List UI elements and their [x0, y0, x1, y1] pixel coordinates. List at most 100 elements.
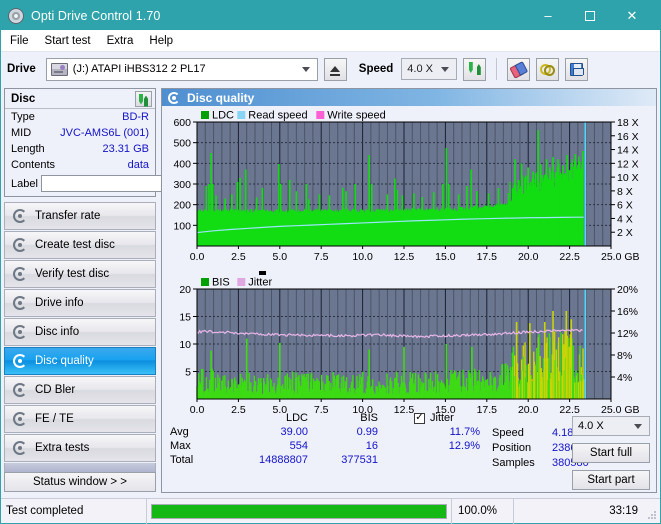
menu-bar: File Start test Extra Help — [1, 30, 660, 51]
window-title: Opti Drive Control 1.70 — [31, 9, 160, 23]
chevron-down-icon — [302, 67, 310, 72]
resize-grip[interactable] — [647, 510, 657, 520]
stats-total-ldc: 14888807 — [230, 454, 308, 466]
svg-text:7.5: 7.5 — [314, 251, 329, 263]
stats-row-label: Max — [170, 440, 230, 452]
svg-text:100: 100 — [173, 220, 191, 232]
sidebar-item-label: Transfer rate — [35, 210, 100, 222]
menu-item-help[interactable]: Help — [149, 35, 173, 47]
test-speed-select[interactable]: 4.0 X — [572, 416, 650, 436]
speed-label: Speed — [359, 63, 394, 75]
stats-panel: LDC BIS Avg 39.00 0.99 Max 554 16 Tota — [162, 410, 656, 492]
erase-button[interactable] — [507, 58, 530, 81]
disc-panel-title: Disc — [11, 93, 35, 105]
disc-quality-icon — [168, 92, 180, 104]
disc-row-value: JVC-AMS6L (001) — [60, 127, 149, 139]
stats-col-ldc: LDC — [230, 412, 308, 424]
svg-text:14 X: 14 X — [617, 145, 639, 157]
progress-percent: 100.0% — [451, 499, 513, 524]
sidebar-item-label: Disc quality — [35, 355, 94, 367]
disc-refresh-button[interactable] — [135, 91, 152, 107]
maximize-button[interactable] — [570, 1, 610, 30]
disc-row-value: data — [128, 159, 149, 171]
refresh-icon — [468, 62, 482, 76]
refresh-button[interactable] — [463, 58, 486, 81]
sidebar-item-fe-te[interactable]: FE / TE — [4, 405, 156, 433]
sidebar-item-label: Verify test disc — [35, 268, 109, 280]
disc-test-icon — [13, 296, 27, 310]
save-button[interactable] — [565, 58, 588, 81]
sidebar-item-disc-info[interactable]: Disc info — [4, 318, 156, 346]
sidebar-item-transfer-rate[interactable]: Transfer rate — [4, 202, 156, 230]
svg-text:8%: 8% — [617, 350, 632, 362]
sidebar-item-label: Disc info — [35, 326, 79, 338]
start-part-button[interactable]: Start part — [572, 470, 650, 490]
sidebar-item-verify-test-disc[interactable]: Verify test disc — [4, 260, 156, 288]
status-window-button[interactable]: Status window > > — [4, 472, 156, 492]
close-icon: ✕ — [627, 9, 638, 22]
svg-text:12 X: 12 X — [617, 158, 639, 170]
status-text: Test completed — [1, 505, 146, 517]
content-panel: Disc quality 1002003004005006002 X4 X6 X… — [161, 88, 657, 493]
jitter-label: Jitter — [430, 412, 454, 424]
drive-select[interactable]: (J:) ATAPI iHBS312 2 PL17 — [46, 58, 318, 81]
progress-cell — [146, 499, 451, 524]
sidebar-item-label: Drive info — [35, 297, 84, 309]
svg-text:15.0: 15.0 — [435, 251, 456, 263]
main-body: Disc Type BD-R MID JVC-AMS6L (001) Lengt… — [1, 86, 660, 495]
sidebar-item-label: Create test disc — [35, 239, 115, 251]
tools-icon — [540, 63, 555, 76]
sidebar-item-cd-bler[interactable]: CD Bler — [4, 376, 156, 404]
stats-row-max: Max 554 16 — [170, 440, 420, 452]
menu-item-start-test[interactable]: Start test — [45, 35, 91, 47]
disc-row-key: Type — [11, 111, 35, 123]
ldc-chart: 1002003004005006002 X4 X6 X8 X10 X12 X14… — [162, 106, 656, 271]
jitter-checkbox[interactable]: ✓ — [414, 413, 425, 424]
svg-text:20: 20 — [179, 284, 191, 296]
samples-key: Samples — [492, 457, 552, 469]
sidebar-item-drive-info[interactable]: Drive info — [4, 289, 156, 317]
svg-text:LDC: LDC — [212, 110, 234, 122]
svg-text:Read speed: Read speed — [248, 110, 307, 122]
progress-bar-fill — [152, 505, 446, 518]
disc-row-mid: MID JVC-AMS6L (001) — [5, 125, 155, 141]
drive-label: Drive — [7, 63, 36, 75]
close-button[interactable]: ✕ — [612, 1, 652, 30]
disc-row-type: Type BD-R — [5, 109, 155, 125]
svg-text:0.0: 0.0 — [190, 251, 205, 263]
tools-button[interactable] — [536, 58, 559, 81]
stats-avg-jitter: 11.7% — [414, 426, 480, 438]
sidebar-item-extra-tests[interactable]: Extra tests — [4, 434, 156, 462]
svg-text:300: 300 — [173, 179, 191, 191]
minimize-button[interactable]: – — [528, 1, 568, 30]
menu-item-extra[interactable]: Extra — [107, 35, 134, 47]
svg-text:5.0: 5.0 — [272, 251, 287, 263]
disc-test-icon — [13, 238, 27, 252]
menu-item-file[interactable]: File — [10, 35, 29, 47]
sidebar-item-create-test-disc[interactable]: Create test disc — [4, 231, 156, 259]
eject-button[interactable] — [324, 58, 347, 81]
elapsed-time: 33:19 — [513, 499, 660, 524]
stats-avg-ldc: 39.00 — [230, 426, 308, 438]
drive-toolbar: Drive (J:) ATAPI iHBS312 2 PL17 Speed 4.… — [1, 51, 660, 86]
svg-text:12%: 12% — [617, 328, 638, 340]
disc-test-icon — [13, 325, 27, 339]
svg-text:10: 10 — [179, 339, 191, 351]
svg-text:12.5: 12.5 — [394, 251, 415, 263]
disc-row-contents: Contents data — [5, 157, 155, 173]
disc-label-key: Label — [11, 178, 38, 190]
sidebar-item-disc-quality[interactable]: Disc quality — [4, 347, 156, 375]
svg-text:4%: 4% — [617, 372, 632, 384]
svg-text:500: 500 — [173, 138, 191, 150]
disc-row-key: Contents — [11, 159, 55, 171]
start-full-button[interactable]: Start full — [572, 443, 650, 463]
toolbar-divider — [496, 58, 497, 80]
maximize-icon — [585, 11, 595, 21]
minimize-icon: – — [544, 9, 551, 22]
speed-key: Speed — [492, 427, 552, 439]
speed-select[interactable]: 4.0 X — [401, 58, 457, 80]
svg-text:22.5: 22.5 — [559, 251, 580, 263]
disc-test-icon — [13, 209, 27, 223]
disc-row-length: Length 23.31 GB — [5, 141, 155, 157]
svg-text:2 X: 2 X — [617, 227, 633, 239]
